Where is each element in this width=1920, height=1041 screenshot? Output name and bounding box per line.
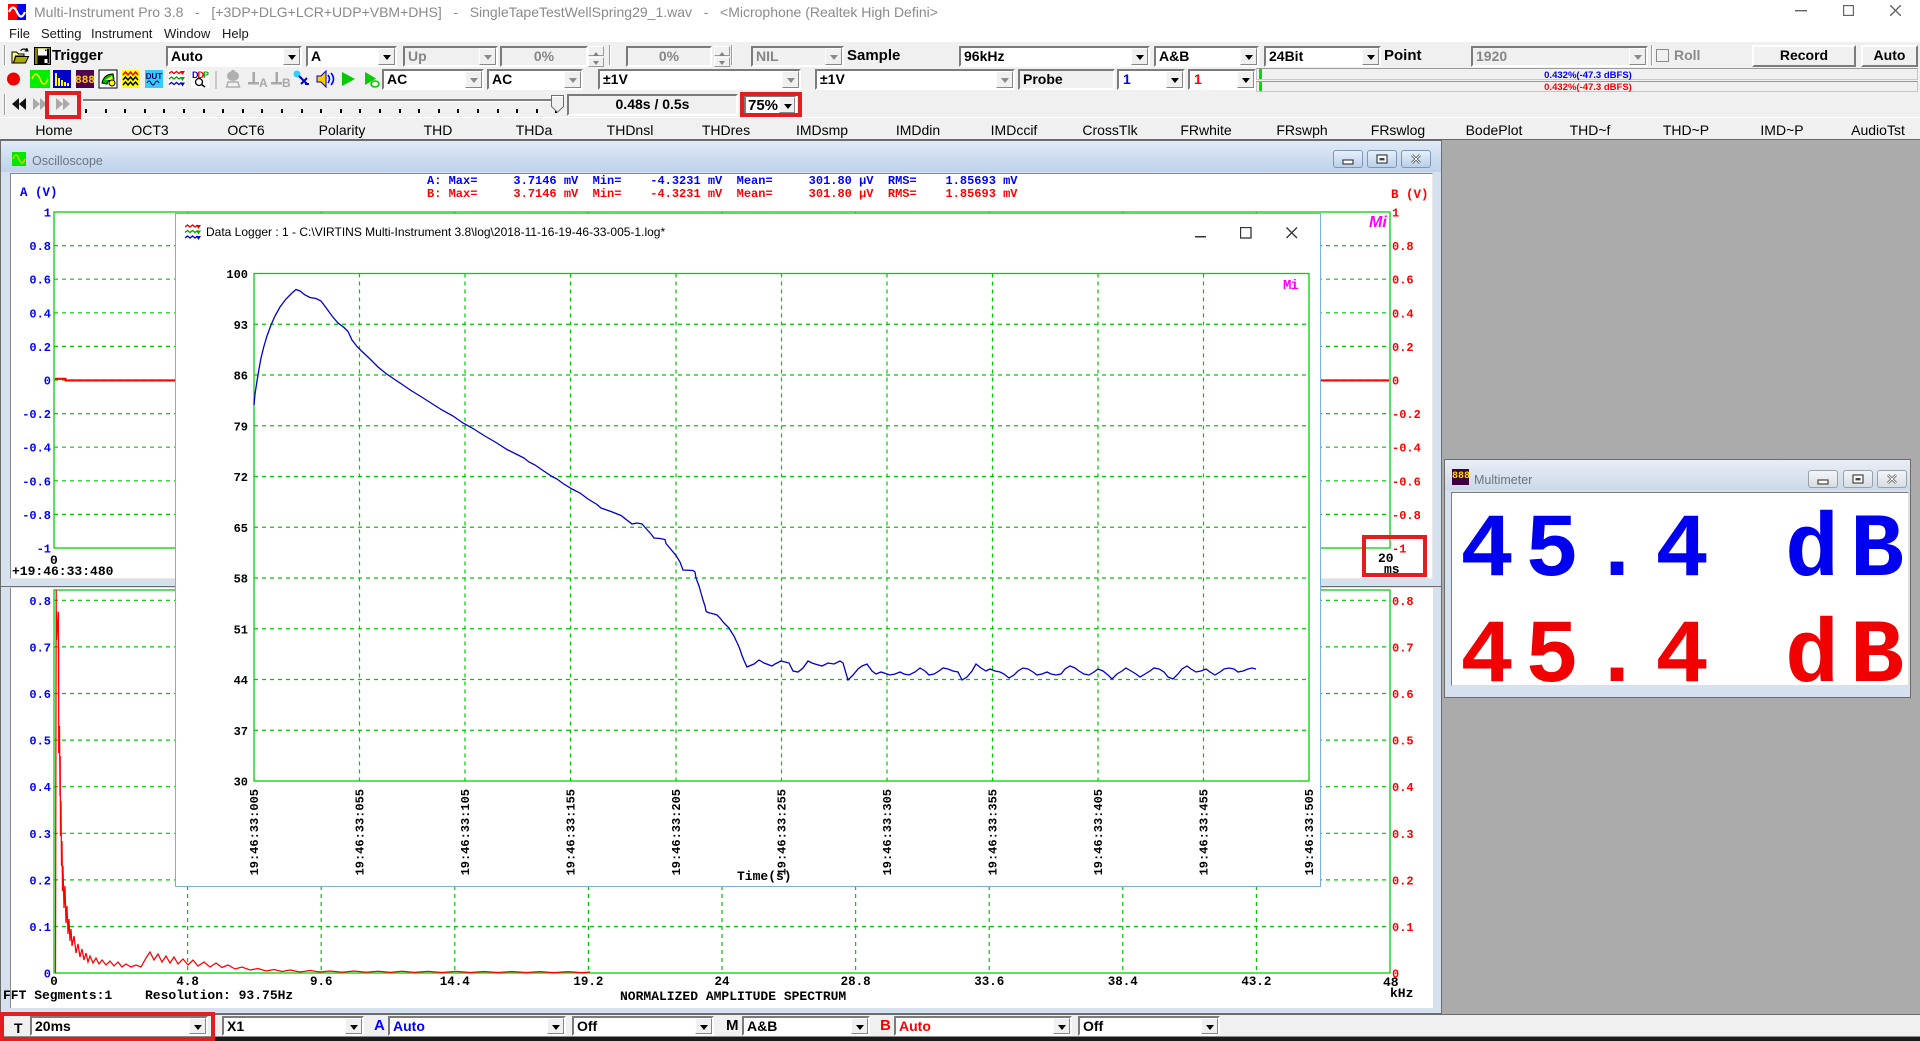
svg-text:0.4: 0.4 [29,307,51,321]
svg-text:24: 24 [714,975,730,989]
svg-text:86: 86 [234,370,248,384]
svg-text:B: B [282,76,291,90]
svg-text:0.5: 0.5 [1392,735,1414,749]
svg-text:0.1: 0.1 [29,921,51,935]
svg-text:0.7: 0.7 [1392,641,1414,655]
svg-text:72: 72 [234,471,248,485]
svg-text:0.8: 0.8 [29,240,51,254]
svg-text:4.8: 4.8 [176,975,199,989]
svg-text:0.4: 0.4 [29,781,51,795]
svg-text:-1: -1 [37,543,51,557]
svg-text:0.1: 0.1 [1392,921,1414,935]
svg-text:0.4: 0.4 [1392,307,1414,321]
svg-text:DUT: DUT [146,72,163,81]
svg-text:93: 93 [234,319,248,333]
svg-text:0.3: 0.3 [29,828,51,842]
svg-text:100: 100 [226,268,248,282]
svg-text:19:46:33:405: 19:46:33:405 [1092,789,1106,875]
svg-text:0.3: 0.3 [1392,828,1414,842]
svg-text:9.6: 9.6 [310,975,333,989]
svg-text:43.2: 43.2 [1241,975,1271,989]
svg-text:-0.4: -0.4 [1392,442,1421,456]
svg-text:0.6: 0.6 [1392,688,1414,702]
svg-text:0.7: 0.7 [29,641,51,655]
svg-text:19:46:33:005: 19:46:33:005 [248,789,262,875]
svg-text:-0.8: -0.8 [22,509,51,523]
svg-text:A: A [259,76,268,90]
svg-text:19:46:33:105: 19:46:33:105 [459,789,473,875]
svg-text:38.4: 38.4 [1108,975,1139,989]
svg-text:0.2: 0.2 [29,874,51,888]
svg-text:19:46:33:355: 19:46:33:355 [987,789,1001,875]
svg-text:0.6: 0.6 [29,274,51,288]
svg-text:0.5: 0.5 [29,735,51,749]
svg-text:19:46:33:255: 19:46:33:255 [776,789,790,875]
svg-text:0.2: 0.2 [29,341,51,355]
svg-text:0: 0 [44,375,51,389]
svg-text:19:46:33:205: 19:46:33:205 [670,789,684,875]
svg-text:P: P [203,70,209,80]
svg-text:19:46:33:455: 19:46:33:455 [1198,789,1212,875]
svg-text:0.8: 0.8 [1392,595,1414,609]
svg-text:-0.2: -0.2 [1392,408,1421,422]
svg-text:19:46:33:505: 19:46:33:505 [1303,789,1317,875]
svg-text:33.6: 33.6 [974,975,1004,989]
svg-text:19:46:33:155: 19:46:33:155 [565,789,579,875]
svg-text:0: 0 [1392,375,1399,389]
svg-text:0.4: 0.4 [1392,781,1414,795]
svg-text:19:46:33:055: 19:46:33:055 [354,789,368,875]
svg-text:-0.6: -0.6 [22,475,51,489]
svg-text:19.2: 19.2 [573,975,603,989]
svg-text:37: 37 [234,725,248,739]
svg-text:51: 51 [234,623,248,637]
svg-text:-0.4: -0.4 [22,442,51,456]
svg-text:0.8: 0.8 [1392,240,1414,254]
svg-text:0.6: 0.6 [29,688,51,702]
svg-text:0.6: 0.6 [1392,274,1414,288]
svg-text:0: 0 [50,975,58,989]
svg-text:0.2: 0.2 [1392,341,1414,355]
svg-text:-0.6: -0.6 [1392,475,1421,489]
svg-text:58: 58 [234,573,248,587]
svg-text:0.2: 0.2 [1392,874,1414,888]
svg-text:14.4: 14.4 [440,975,471,989]
svg-text:44: 44 [234,674,248,688]
svg-text:888: 888 [75,75,95,87]
svg-text:19:46:33:305: 19:46:33:305 [881,789,895,875]
svg-text:0.8: 0.8 [29,595,51,609]
svg-text:-0.8: -0.8 [1392,509,1421,523]
svg-text:79: 79 [234,420,248,434]
svg-text:30: 30 [234,776,248,790]
svg-text:1: 1 [44,207,51,221]
svg-text:65: 65 [234,522,248,536]
svg-text:-0.2: -0.2 [22,408,51,422]
svg-text:28.8: 28.8 [841,975,871,989]
svg-text:1: 1 [1392,207,1399,221]
